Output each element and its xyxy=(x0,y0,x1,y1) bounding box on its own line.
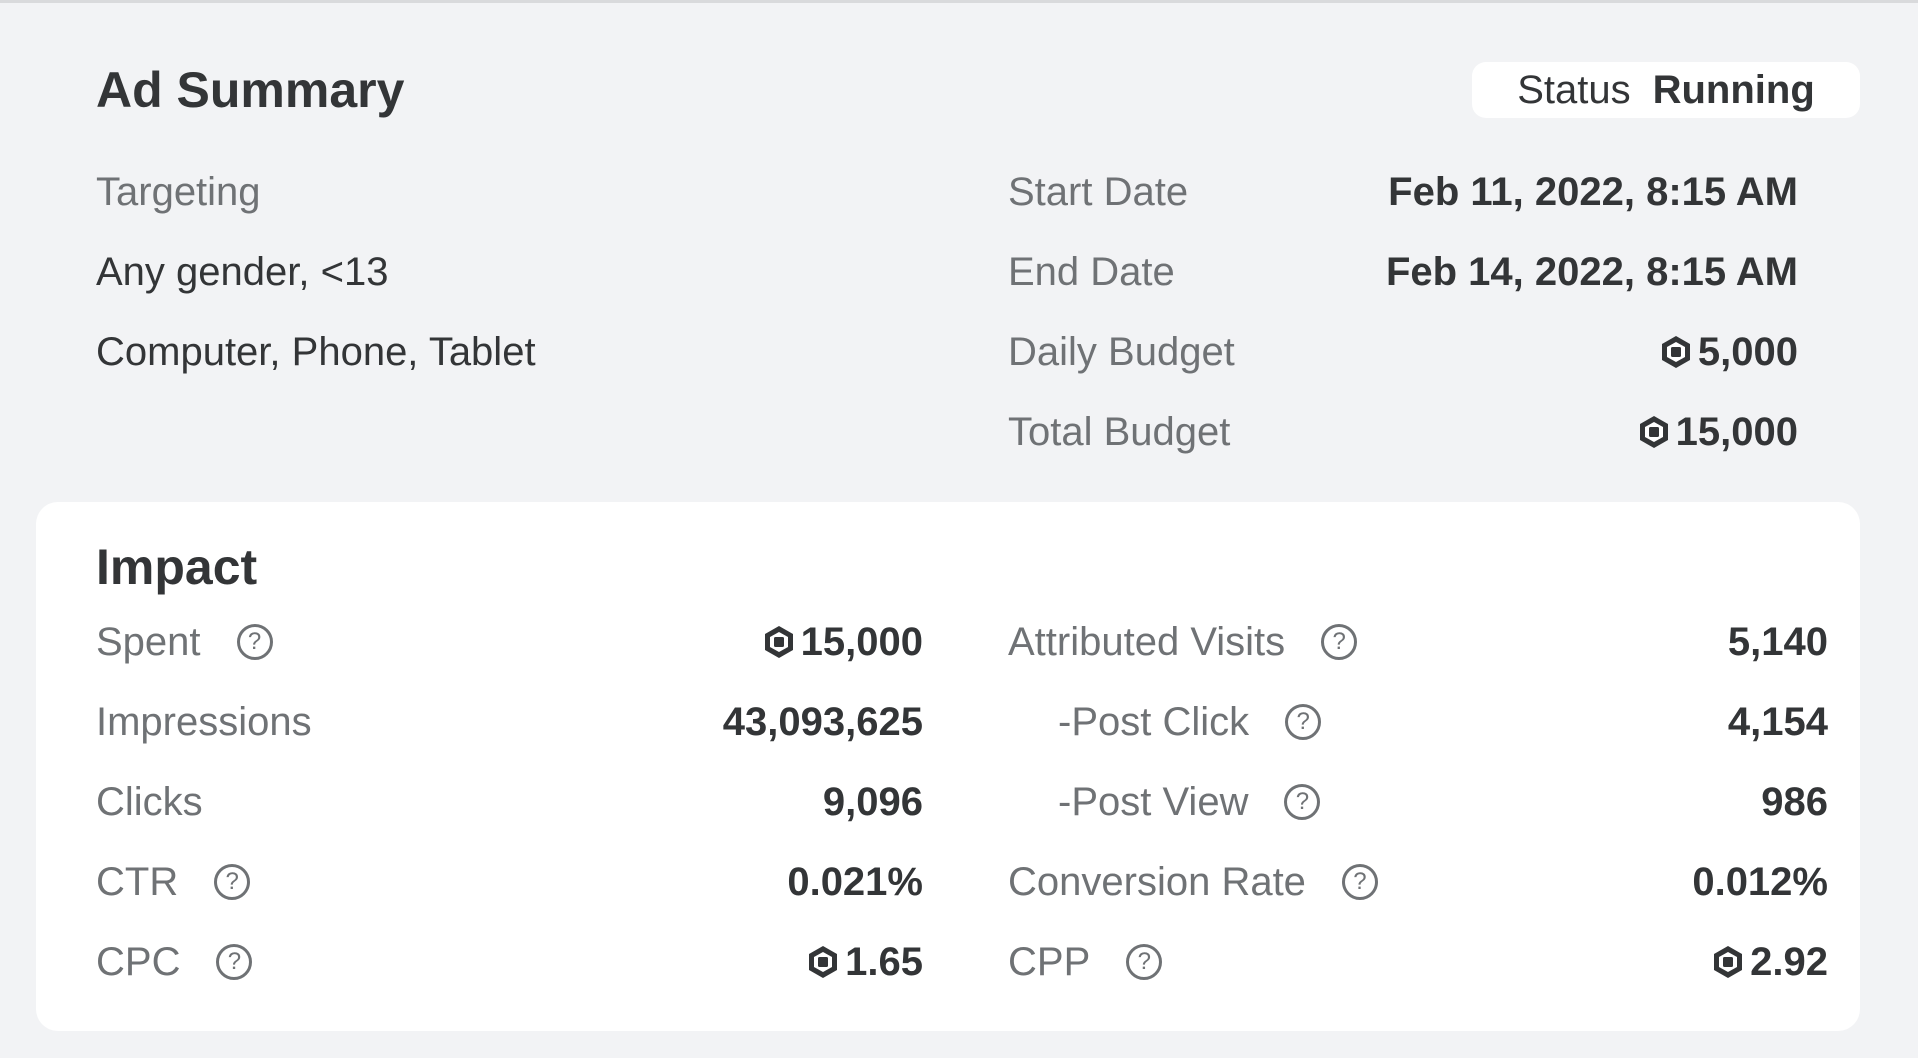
metric-label: CPC ? xyxy=(96,932,253,992)
metric-label-text: -Post Click xyxy=(1058,700,1250,744)
detail-value-text: 15,000 xyxy=(1675,410,1798,454)
detail-label: End Date xyxy=(1008,250,1175,294)
metric-label-text: CTR xyxy=(96,860,179,904)
targeting-label: Targeting xyxy=(96,170,261,214)
metric-label-text: Attributed Visits xyxy=(1008,620,1286,664)
metric-value-text: 9,096 xyxy=(822,780,923,824)
status-badge: Status Running xyxy=(1472,62,1860,118)
detail-value: 5,000 xyxy=(1658,322,1798,382)
metric-row-post-click: -Post Click ? 4,154 xyxy=(1008,692,1828,772)
metric-label: -Post Click ? xyxy=(1008,692,1322,752)
metric-row-cpc: CPC ? 1.65 xyxy=(96,932,923,1012)
metric-value: 1.65 xyxy=(805,932,923,992)
metric-label: Conversion Rate ? xyxy=(1008,852,1378,912)
metric-value-text: 15,000 xyxy=(800,620,923,664)
detail-label: Daily Budget xyxy=(1008,330,1235,374)
metric-label-text: CPC xyxy=(96,940,181,984)
detail-value-text: 5,000 xyxy=(1697,330,1798,374)
metric-label: CPP ? xyxy=(1008,932,1163,992)
metric-value-text: 43,093,625 xyxy=(722,700,923,744)
top-divider xyxy=(0,0,1918,3)
help-icon[interactable]: ? xyxy=(214,864,251,900)
metric-value: 986 xyxy=(1761,772,1828,832)
metric-label: -Post View ? xyxy=(1008,772,1321,832)
metric-row-conversion-rate: Conversion Rate ? 0.012% xyxy=(1008,852,1828,932)
metric-row-cpp: CPP ? 2.92 xyxy=(1008,932,1828,1012)
detail-value: Feb 11, 2022, 8:15 AM xyxy=(1388,162,1798,222)
start-date-row: Start Date Feb 11, 2022, 8:15 AM xyxy=(1008,162,1798,242)
metric-label-text: -Post View xyxy=(1058,780,1249,824)
robux-icon xyxy=(1661,336,1690,368)
metric-value-text: 2.92 xyxy=(1750,940,1828,984)
metric-label-text: Clicks xyxy=(96,780,203,824)
detail-value: Feb 14, 2022, 8:15 AM xyxy=(1386,242,1798,302)
impact-metrics-right: Attributed Visits ? 5,140 -Post Click ? … xyxy=(1008,612,1828,1012)
metric-row-attributed-visits: Attributed Visits ? 5,140 xyxy=(1008,612,1828,692)
metric-row-ctr: CTR ? 0.021% xyxy=(96,852,923,932)
metric-row-impressions: Impressions 43,093,625 xyxy=(96,692,923,772)
metric-label-text: Conversion Rate xyxy=(1008,860,1306,904)
metric-value: 5,140 xyxy=(1728,612,1828,672)
robux-icon xyxy=(809,946,838,978)
metric-label: Attributed Visits ? xyxy=(1008,612,1358,672)
help-icon[interactable]: ? xyxy=(1285,704,1322,740)
robux-icon xyxy=(1714,946,1743,978)
metric-label: Spent ? xyxy=(96,612,273,672)
impact-title: Impact xyxy=(96,539,258,595)
metric-value-text: 1.65 xyxy=(845,940,923,984)
detail-label: Total Budget xyxy=(1008,410,1231,454)
robux-icon xyxy=(764,626,793,658)
metric-row-clicks: Clicks 9,096 xyxy=(96,772,923,852)
detail-value-text: Feb 11, 2022, 8:15 AM xyxy=(1388,170,1798,214)
metric-value-text: 986 xyxy=(1761,780,1828,824)
impact-card: Impact Spent ? 15,000 Impressions 43,093… xyxy=(36,502,1860,1031)
metric-value: 4,154 xyxy=(1728,692,1828,752)
status-label: Status xyxy=(1517,67,1631,112)
status-value: Running xyxy=(1652,67,1815,112)
metric-label: Clicks xyxy=(96,772,203,832)
help-icon[interactable]: ? xyxy=(1321,624,1358,660)
metric-label-text: Impressions xyxy=(96,700,312,744)
robux-icon xyxy=(1639,416,1668,448)
help-icon[interactable]: ? xyxy=(1126,944,1163,980)
metric-row-post-view: -Post View ? 986 xyxy=(1008,772,1828,852)
detail-label: Start Date xyxy=(1008,170,1189,214)
total-budget-row: Total Budget 15,000 xyxy=(1008,402,1798,482)
metric-value-text: 4,154 xyxy=(1727,700,1828,744)
metric-value-text: 5,140 xyxy=(1727,620,1828,664)
metric-value: 43,093,625 xyxy=(723,692,923,752)
detail-value: 15,000 xyxy=(1636,402,1798,462)
help-icon[interactable]: ? xyxy=(216,944,253,980)
help-icon[interactable]: ? xyxy=(1341,864,1378,900)
metric-value: 0.021% xyxy=(787,852,923,912)
metric-row-spent: Spent ? 15,000 xyxy=(96,612,923,692)
metric-value: 0.012% xyxy=(1692,852,1828,912)
targeting-devices: Computer, Phone, Tablet xyxy=(96,330,536,374)
impact-metrics-left: Spent ? 15,000 Impressions 43,093,625 Cl… xyxy=(96,612,923,1012)
targeting-section: Targeting Any gender, <13 Computer, Phon… xyxy=(96,162,536,402)
help-icon[interactable]: ? xyxy=(1284,784,1321,820)
targeting-audience: Any gender, <13 xyxy=(96,250,389,294)
metric-label-text: CPP xyxy=(1008,940,1091,984)
detail-value-text: Feb 14, 2022, 8:15 AM xyxy=(1385,250,1798,294)
metric-label-text: Spent xyxy=(96,620,201,664)
metric-value: 15,000 xyxy=(761,612,923,672)
metric-value-text: 0.012% xyxy=(1692,860,1828,904)
ad-summary-title: Ad Summary xyxy=(96,62,405,118)
metric-label: Impressions xyxy=(96,692,312,752)
metric-value: 2.92 xyxy=(1710,932,1828,992)
daily-budget-row: Daily Budget 5,000 xyxy=(1008,322,1798,402)
metric-value-text: 0.021% xyxy=(787,860,923,904)
end-date-row: End Date Feb 14, 2022, 8:15 AM xyxy=(1008,242,1798,322)
ad-details: Start Date Feb 11, 2022, 8:15 AM End Dat… xyxy=(1008,162,1798,482)
metric-value: 9,096 xyxy=(823,772,923,832)
metric-label: CTR ? xyxy=(96,852,251,912)
help-icon[interactable]: ? xyxy=(236,624,273,660)
